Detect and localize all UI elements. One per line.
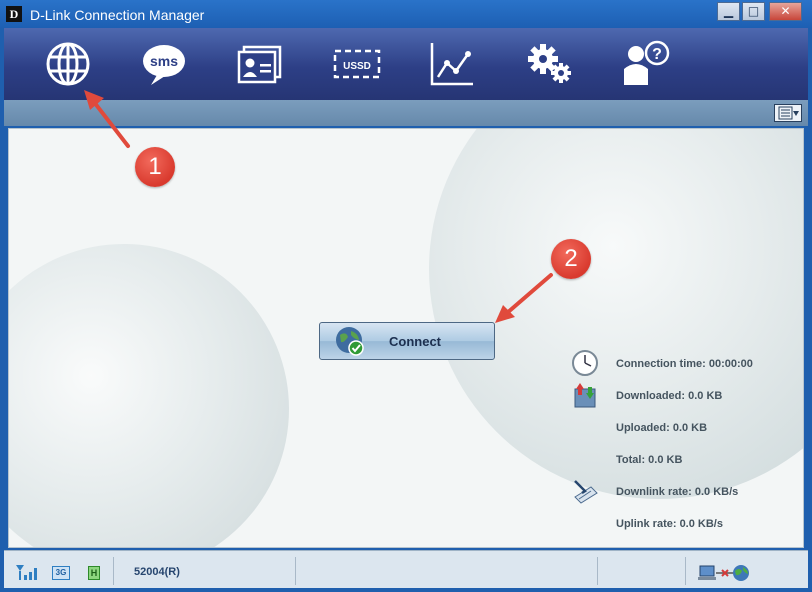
callout-arrow-2 (495, 273, 553, 323)
downlink-rate-label: Downlink rate: 0.0 KB/s (616, 486, 739, 498)
callout-badge-1: 1 (135, 147, 175, 187)
rate-icon (574, 480, 598, 504)
connect-button-label: Connect (389, 333, 441, 349)
toolbar-internet-button[interactable] (40, 38, 96, 90)
stat-total: Total: 0.0 KB (569, 445, 799, 473)
settings-icon (528, 44, 571, 83)
ussd-icon-label: USSD (343, 61, 371, 72)
stat-uplink-rate: Uplink rate: 0.0 KB/s (569, 509, 799, 537)
operator-label: 52004(R) (134, 566, 180, 578)
status-cell-message (296, 557, 598, 585)
view-toggle-button[interactable] (774, 104, 802, 122)
toolbar-sms-button[interactable]: sms (136, 38, 192, 90)
downloaded-label: Downloaded: 0.0 KB (616, 390, 723, 402)
callout-arrow-1 (84, 90, 130, 148)
contacts-icon (237, 45, 282, 84)
stat-connection-time: Connection time: 00:00:00 (569, 349, 799, 377)
minimize-button[interactable]: ▁ (717, 2, 740, 21)
app-logo-icon: D (6, 6, 22, 22)
stat-downlink-rate: Downlink rate: 0.0 KB/s (569, 477, 799, 505)
window-title: D-Link Connection Manager (30, 7, 205, 23)
uploaded-label: Uploaded: 0.0 KB (616, 422, 708, 434)
ussd-icon: USSD (333, 49, 381, 79)
maximize-button[interactable]: □ (742, 2, 765, 21)
download-upload-icon (574, 383, 596, 408)
clock-icon (572, 350, 598, 376)
stat-downloaded: Downloaded: 0.0 KB (569, 381, 799, 409)
toolbar-ussd-button[interactable]: USSD (329, 38, 385, 90)
list-view-icon (778, 106, 799, 120)
uplink-rate-label: Uplink rate: 0.0 KB/s (616, 518, 723, 530)
connect-globe-check-icon (336, 327, 364, 356)
status-bar: 3G H 52004(R) (4, 550, 808, 588)
statistics-icon (430, 43, 473, 86)
toolbar-help-button[interactable]: ? (618, 38, 674, 90)
close-button[interactable]: ✕ (769, 2, 802, 21)
toolbar-settings-button[interactable] (522, 38, 578, 90)
toolbar-statistics-button[interactable] (424, 38, 480, 90)
globe-icon (46, 42, 90, 86)
connect-button[interactable]: Connect (319, 322, 495, 360)
svg-text:?: ? (652, 46, 662, 63)
stat-uploaded: Uploaded: 0.0 KB (569, 413, 799, 441)
status-cell-empty (598, 557, 686, 585)
status-cell-indicators (4, 557, 114, 585)
main-panel: Connect Connection time: 00:00:00 Downlo… (8, 128, 804, 548)
total-label: Total: 0.0 KB (616, 454, 683, 466)
toolbar-contacts-button[interactable] (232, 38, 288, 90)
sms-icon: sms (143, 45, 185, 85)
background-globe-right (429, 129, 803, 499)
connection-status-icon (698, 565, 749, 581)
background-globe-left (9, 244, 289, 547)
connection-time-label: Connection time: 00:00:00 (616, 358, 753, 370)
title-bar: D D-Link Connection Manager ▁ □ ✕ (0, 0, 812, 28)
sms-icon-label: sms (150, 53, 178, 69)
help-icon: ? (624, 40, 670, 85)
